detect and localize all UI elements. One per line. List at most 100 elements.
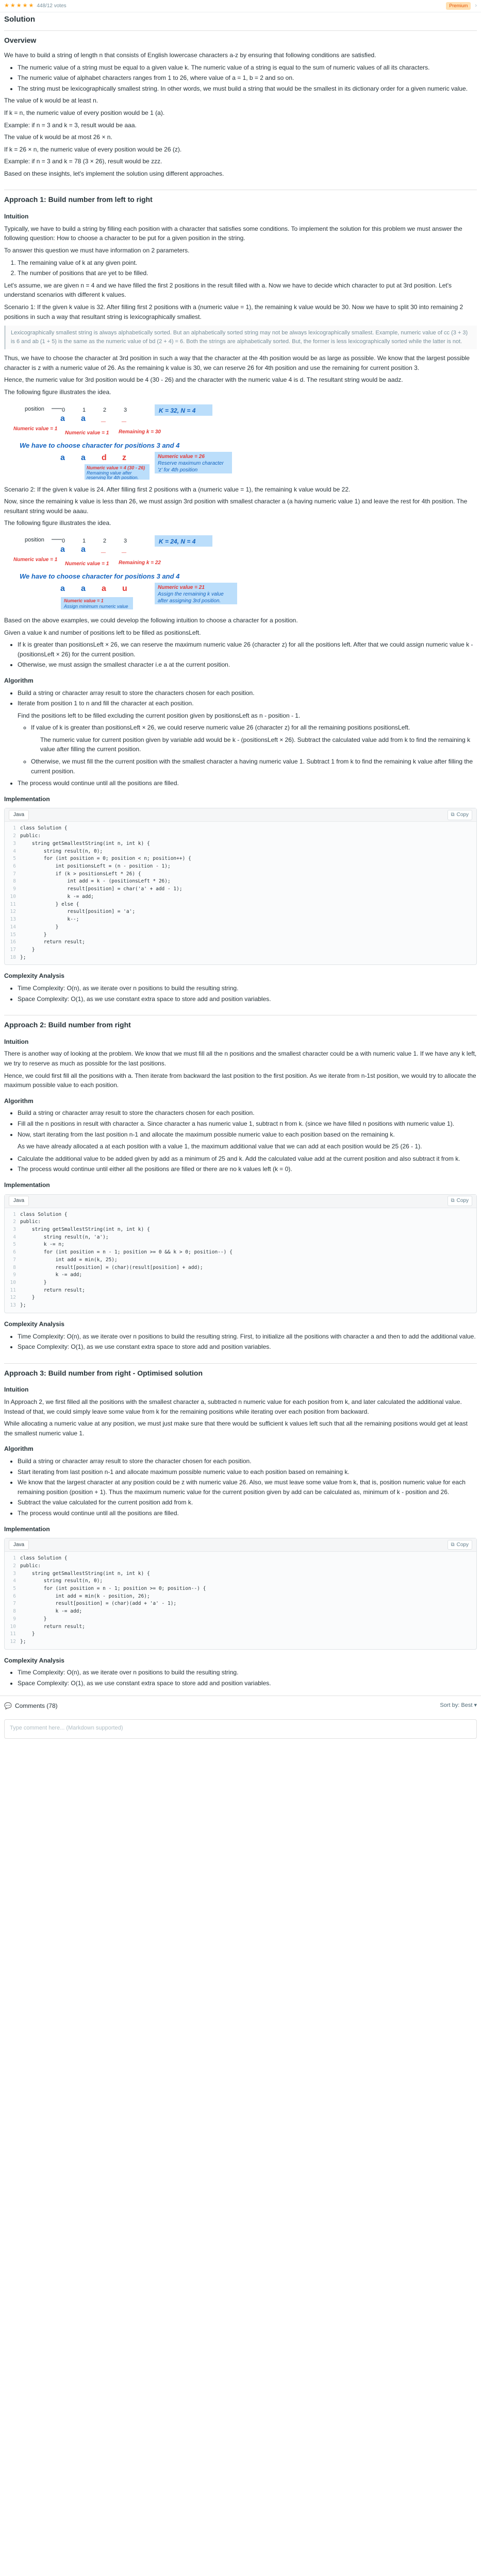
line-number: 3 (13, 1227, 16, 1232)
char-cell: u (122, 584, 127, 593)
sort-dropdown[interactable]: Sort by: Best ▾ (440, 1701, 477, 1710)
line-number: 13 (10, 1302, 16, 1309)
overview-text: If k = n, the numeric value of every pos… (4, 109, 165, 116)
paragraph: In Approach 2, we first filled all the p… (4, 1398, 462, 1415)
line-number: 8 (13, 878, 16, 885)
line-number: 12 (10, 1639, 16, 1645)
code-header: Java ⧉ Copy (5, 1194, 476, 1208)
callout-text: Assign the remaining k value (157, 591, 224, 597)
star-icon[interactable]: ★ (23, 2, 28, 10)
comment-icon: 💬 (4, 1702, 12, 1709)
line-number: 10 (10, 893, 16, 900)
code-header: Java ⧉ Copy (5, 808, 476, 822)
copy-button[interactable]: ⧉ Copy (447, 1539, 472, 1550)
code-line: return result; (20, 1287, 85, 1293)
line-number: 6 (13, 863, 16, 870)
line-number: 17 (10, 946, 16, 953)
list-item: Space Complexity: O(1), as we use consta… (18, 1342, 477, 1352)
chevron-right-icon[interactable]: › (475, 2, 477, 10)
callout-text: Numeric value = 21 (158, 585, 205, 590)
figure-caption: The following figure illustrates the ide… (4, 519, 111, 527)
approach-2-heading: Approach 2: Build number from right (4, 1015, 477, 1031)
algorithm-heading: Algorithm (4, 1097, 34, 1105)
code-language-tab[interactable]: Java (9, 1196, 29, 1206)
code-line: for (int position = n - 1; position >= 0… (20, 1585, 206, 1591)
complexity-list: Time Complexity: O(n), as we iterate ove… (18, 984, 477, 1004)
comments-count[interactable]: Comments (78) (15, 1701, 58, 1711)
star-icon[interactable]: ★ (10, 2, 15, 10)
code-body[interactable]: 1 2 3 4 5 6 7 8 9 10 11 12 class Solution {public: … (5, 1552, 476, 1649)
nested-list: If value of k is greater than positionsL… (31, 723, 477, 776)
rating-stars[interactable]: ★ ★ ★ ★ ★ (4, 2, 34, 10)
code-source: class Solution {public: string getSmalle… (20, 1555, 206, 1646)
comment-input[interactable]: Type comment here... (Markdown supported… (4, 1719, 477, 1739)
paragraph: To answer this question we must have inf… (4, 246, 190, 254)
index-label: 3 (124, 538, 127, 544)
char-cell: z (122, 453, 126, 462)
line-number: 13 (10, 917, 16, 923)
index-label: 2 (103, 407, 106, 413)
code-language-tab[interactable]: Java (9, 810, 29, 820)
list-item: The process would continue until all the… (18, 1509, 477, 1518)
line-number: 2 (13, 1563, 16, 1569)
char-cell: a (102, 584, 106, 593)
star-icon[interactable]: ★ (4, 2, 9, 10)
code-source: class Solution {public: string getSmalle… (20, 1211, 233, 1310)
copy-button[interactable]: ⧉ Copy (447, 1196, 472, 1206)
copy-button[interactable]: ⧉ Copy (447, 810, 472, 820)
figure-caption: The following figure illustrates the ide… (4, 388, 111, 396)
code-line: }; (20, 954, 26, 960)
code-line: } (20, 1280, 47, 1286)
premium-badge[interactable]: Premium (446, 2, 471, 10)
code-line: k -= add; (20, 1608, 82, 1615)
line-number: 3 (13, 1570, 16, 1577)
overview-intro: We have to build a string of length n th… (4, 51, 376, 59)
algorithm-list: Build a string or character array result… (18, 1108, 477, 1174)
char-cell: _ (121, 414, 127, 423)
star-icon[interactable]: ★ (16, 2, 22, 10)
implementation-heading: Implementation (4, 1525, 50, 1533)
scenario-1: Scenario 1: If the given k value is 32. … (4, 303, 463, 320)
implementation-heading: Implementation (4, 1181, 50, 1189)
solution-title: Solution (4, 15, 35, 24)
code-line: } (20, 1295, 35, 1301)
list-item: If value of k is greater than positionsL… (31, 723, 477, 754)
params-list: The remaining value of k at any given po… (18, 258, 477, 278)
line-number: 2 (13, 1219, 16, 1225)
copy-label: Copy (456, 812, 469, 818)
code-line: class Solution { (20, 1211, 68, 1217)
index-label: 1 (82, 407, 86, 413)
callout-text: after assigning 3rd position. (158, 598, 221, 604)
code-line: } (20, 931, 47, 938)
index-label: 2 (103, 538, 106, 544)
list-item: Iterate from position 1 to n and fill th… (18, 699, 477, 776)
code-body[interactable]: 1 2 3 4 5 6 7 8 9 10 11 12 13 14 15 16 17 18 class Soluti… (5, 822, 476, 964)
code-line: } (20, 924, 59, 930)
paragraph: Hence, the numeric value for 3rd positio… (4, 376, 403, 384)
rating-count: 448/12 votes (37, 3, 67, 9)
list-item: Subtract the value calculated for the cu… (18, 1498, 477, 1507)
star-icon[interactable]: ★ (29, 2, 34, 10)
line-number: 11 (10, 1631, 16, 1637)
line-number: 5 (13, 1585, 16, 1591)
code-line: } (20, 946, 35, 953)
copy-icon: ⧉ (451, 1541, 455, 1548)
code-language-tab[interactable]: Java (9, 1539, 29, 1550)
complexity-heading: Complexity Analysis (4, 1656, 64, 1664)
line-number: 15 (10, 931, 16, 938)
intuition-heading: Intuition (4, 1386, 29, 1394)
line-number: 7 (13, 1257, 16, 1263)
code-body[interactable]: 1 2 3 4 5 6 7 8 9 10 11 12 13 class Solution {public… (5, 1208, 476, 1313)
code-block: Java ⧉ Copy 1 2 3 4 5 6 7 8 9 10 11 12 13 14 15 16 17 18 c… (4, 808, 477, 965)
list-item: We know that the largest character at an… (18, 1478, 477, 1497)
line-number: 14 (10, 924, 16, 930)
code-line: result[position] = (char)(add + 'a' - 1)… (20, 1601, 177, 1607)
line-number: 1 (13, 1555, 16, 1562)
list-item: Otherwise, we must fill the the current … (31, 757, 477, 776)
numeric-value-label: Numeric value = 1 (13, 557, 58, 563)
char-cell: a (81, 545, 86, 554)
overview-text: If k = 26 × n, the numeric value of ever… (4, 145, 182, 153)
line-number: 5 (13, 1242, 16, 1248)
approach-1-heading: Approach 1: Build number from left to ri… (4, 190, 477, 206)
algorithm-list: Build a string or character array result… (18, 1456, 477, 1518)
